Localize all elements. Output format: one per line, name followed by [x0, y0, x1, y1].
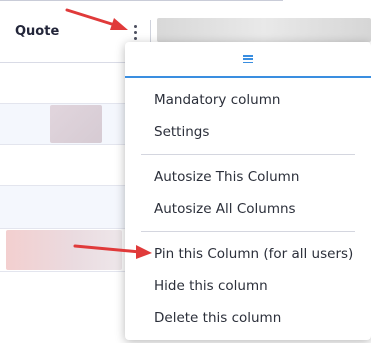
- header-top-border: [0, 0, 283, 1]
- hamburger-menu-icon[interactable]: [243, 55, 253, 63]
- next-column-header-redacted: [157, 18, 371, 42]
- menu-item-pin-column[interactable]: Pin this Column (for all users): [154, 246, 353, 262]
- column-header-quote[interactable]: Quote: [15, 24, 59, 39]
- annotation-arrow-top: [65, 8, 128, 30]
- menu-item-autosize-this-column[interactable]: Autosize This Column: [154, 169, 299, 185]
- menu-item-delete-column[interactable]: Delete this column: [154, 310, 281, 326]
- column-menu-tab[interactable]: [125, 42, 371, 78]
- menu-item-hide-column[interactable]: Hide this column: [154, 278, 268, 294]
- column-divider[interactable]: [150, 20, 151, 44]
- menu-item-mandatory-column[interactable]: Mandatory column: [154, 92, 280, 108]
- redacted-cell: [50, 105, 102, 143]
- annotation-arrow-pin: [73, 244, 152, 259]
- menu-item-settings[interactable]: Settings: [154, 124, 209, 140]
- menu-item-autosize-all-columns[interactable]: Autosize All Columns: [154, 201, 296, 217]
- column-context-menu: Mandatory column Settings Autosize This …: [125, 42, 371, 340]
- menu-separator: [141, 231, 355, 232]
- menu-separator: [141, 154, 355, 155]
